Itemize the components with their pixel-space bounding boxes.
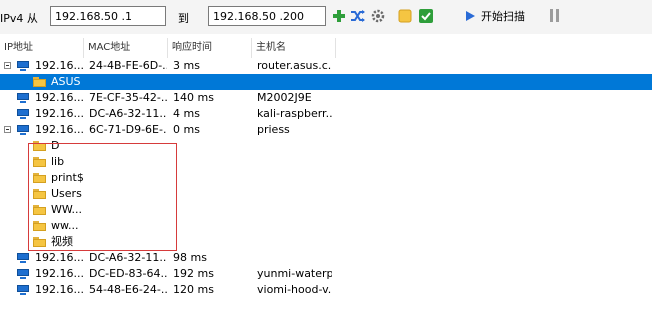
host-name: yunmi-waterp... xyxy=(257,267,332,280)
host-mac: 24-4B-FE-6D-... xyxy=(89,59,167,72)
host-mac: DC-A6-32-11... xyxy=(89,107,167,120)
computer-icon xyxy=(17,61,29,71)
collapse-toggle[interactable] xyxy=(4,126,11,133)
start-scan-label: 开始扫描 xyxy=(481,10,525,23)
host-mac: DC-ED-83-64... xyxy=(89,267,167,280)
collapse-toggle[interactable] xyxy=(4,62,11,69)
host-response: 192 ms xyxy=(173,267,214,280)
host-response: 3 ms xyxy=(173,59,200,72)
folder-icon xyxy=(33,77,46,87)
to-label: 到 xyxy=(178,12,189,25)
host-mac: DC-A6-32-11... xyxy=(89,251,167,264)
host-row[interactable]: 192.16... 24-4B-FE-6D-... 3 ms router.as… xyxy=(0,58,652,74)
computer-icon xyxy=(17,269,29,279)
host-response: 4 ms xyxy=(173,107,200,120)
host-mac: 6C-71-D9-6E-... xyxy=(89,123,167,136)
host-row[interactable]: 192.16... DC-ED-83-64... 192 ms yunmi-wa… xyxy=(0,266,652,282)
end-ip-input[interactable] xyxy=(208,6,326,26)
shuffle-icon[interactable] xyxy=(350,8,366,24)
host-name: kali-raspberr... xyxy=(257,107,332,120)
host-ip: 192.16... xyxy=(35,251,83,264)
col-response-time[interactable]: 响应时间 xyxy=(168,38,252,58)
host-mac: 7E-CF-35-42-... xyxy=(89,91,167,104)
host-name: priess xyxy=(257,123,290,136)
computer-icon xyxy=(17,93,29,103)
host-name: viomi-hood-v... xyxy=(257,283,332,296)
col-ip[interactable]: IP地址 xyxy=(0,38,84,58)
host-row[interactable]: 192.16... DC-A6-32-11... 98 ms xyxy=(0,250,652,266)
play-icon xyxy=(466,11,475,21)
host-row[interactable]: 192.16... 54-48-E6-24-... 120 ms viomi-h… xyxy=(0,282,652,298)
host-response: 140 ms xyxy=(173,91,214,104)
computer-icon xyxy=(17,253,29,263)
start-ip-input[interactable] xyxy=(50,6,166,26)
share-row[interactable]: ASUS xyxy=(0,74,652,90)
pause-icon[interactable] xyxy=(550,9,560,22)
settings-gear-icon[interactable] xyxy=(370,8,386,24)
col-mac[interactable]: MAC地址 xyxy=(84,38,168,58)
host-ip: 192.16... xyxy=(35,123,83,136)
host-mac: 54-48-E6-24-... xyxy=(89,283,167,296)
host-row[interactable]: 192.16... 6C-71-D9-6E-... 0 ms priess xyxy=(0,122,652,138)
lan-scanner-window: IPv4 从 到 开始扫描 IP地址 MAC地址 响应时间 主机名 xyxy=(0,0,652,319)
host-ip: 192.16... xyxy=(35,283,83,296)
host-name: router.asus.c... xyxy=(257,59,332,72)
share-name: ASUS xyxy=(51,75,81,88)
start-scan-button[interactable]: 开始扫描 xyxy=(466,7,525,25)
column-header: IP地址 MAC地址 响应时间 主机名 xyxy=(0,38,652,58)
col-hostname[interactable]: 主机名 xyxy=(252,38,336,58)
plus-icon[interactable] xyxy=(331,8,347,24)
check-icon[interactable] xyxy=(418,8,434,24)
host-ip: 192.16... xyxy=(35,267,83,280)
host-ip: 192.16... xyxy=(35,91,83,104)
toolbar: IPv4 从 到 开始扫描 xyxy=(0,0,652,34)
host-response: 98 ms xyxy=(173,251,207,264)
computer-icon xyxy=(17,285,29,295)
shares-highlight-box xyxy=(28,143,177,251)
host-name xyxy=(257,250,332,266)
host-response: 0 ms xyxy=(173,123,200,136)
host-ip: 192.16... xyxy=(35,107,83,120)
host-response: 120 ms xyxy=(173,283,214,296)
note-icon[interactable] xyxy=(397,8,413,24)
computer-icon xyxy=(17,125,29,135)
host-row[interactable]: 192.16... DC-A6-32-11... 4 ms kali-raspb… xyxy=(0,106,652,122)
host-row[interactable]: 192.16... 7E-CF-35-42-... 140 ms M2002J9… xyxy=(0,90,652,106)
host-ip: 192.16... xyxy=(35,59,83,72)
host-name: M2002J9E xyxy=(257,91,312,104)
ipv4-from-label: IPv4 从 xyxy=(0,12,38,25)
computer-icon xyxy=(17,109,29,119)
